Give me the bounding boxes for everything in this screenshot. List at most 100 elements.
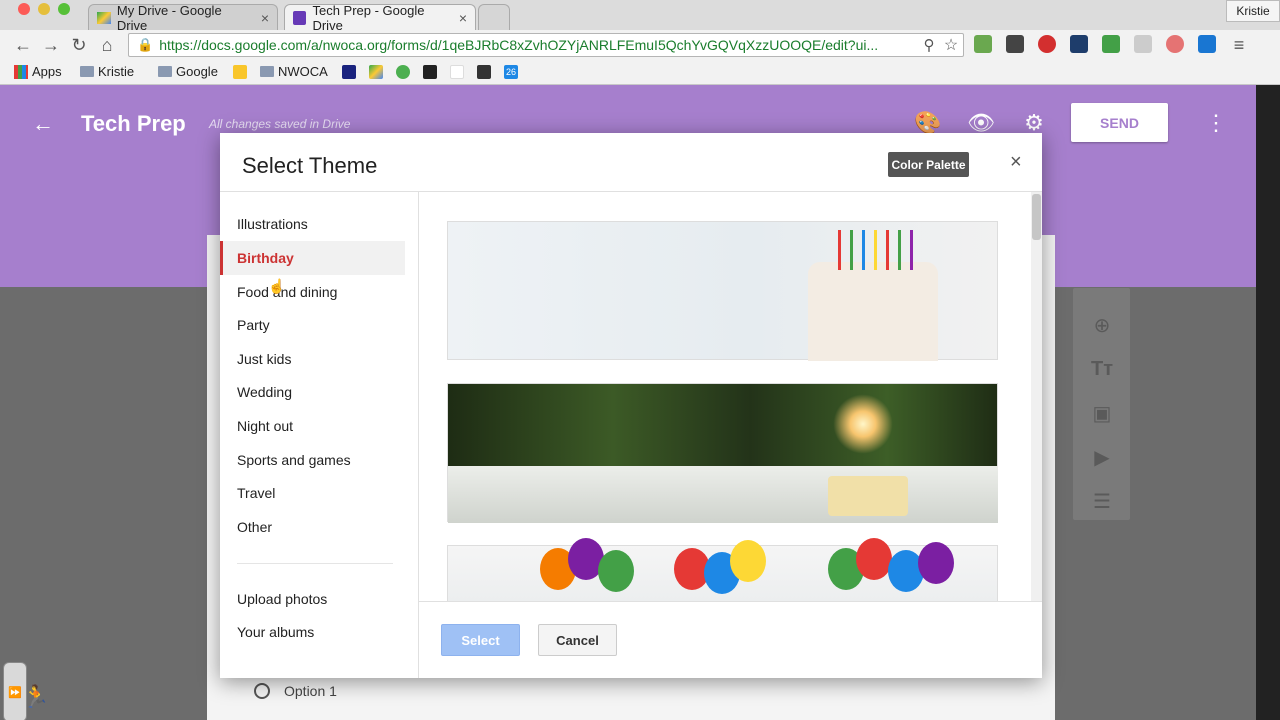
bookmark-icon[interactable] bbox=[477, 65, 491, 79]
tab-bar: My Drive - Google Drive × Tech Prep - Go… bbox=[0, 0, 1280, 33]
extension-icon[interactable] bbox=[1070, 35, 1088, 53]
bookmark-label: Apps bbox=[32, 64, 62, 79]
category-travel[interactable]: Travel bbox=[220, 476, 405, 510]
candle bbox=[838, 230, 841, 270]
mouse-cursor-icon: ☝ bbox=[268, 278, 286, 294]
category-sports-and-games[interactable]: Sports and games bbox=[220, 443, 405, 477]
theme-thumbnail-birthday-cake[interactable] bbox=[447, 221, 998, 361]
theme-category-list: Illustrations Birthday Food and dining P… bbox=[220, 192, 419, 678]
star-icon[interactable]: ☆ bbox=[940, 34, 962, 56]
calendar-bookmark-icon[interactable]: 26 bbox=[504, 65, 518, 79]
x-bookmark-icon[interactable] bbox=[342, 65, 356, 79]
cupcake-image bbox=[828, 476, 908, 516]
bookmark-label: Google bbox=[176, 64, 218, 79]
tab-close-icon[interactable]: × bbox=[261, 10, 269, 26]
tab-close-icon[interactable]: × bbox=[459, 10, 467, 26]
select-button[interactable]: Select bbox=[441, 624, 520, 656]
zoom-icon[interactable]: ⚲ bbox=[918, 34, 940, 56]
maximize-window-button[interactable] bbox=[58, 3, 70, 15]
drive-bookmark-icon[interactable] bbox=[369, 65, 383, 79]
address-bar[interactable]: 🔒 https://docs.google.com/a/nwoca.org/fo… bbox=[128, 33, 964, 57]
folder-icon bbox=[260, 66, 274, 77]
opera-extension-icon[interactable] bbox=[1038, 35, 1056, 53]
folder-icon bbox=[158, 66, 172, 77]
category-food-and-dining[interactable]: Food and dining bbox=[220, 275, 405, 309]
more-vert-icon[interactable]: ⋮ bbox=[1203, 110, 1229, 136]
back-arrow-icon[interactable]: ← bbox=[12, 34, 34, 56]
color-palette-button[interactable]: Color Palette bbox=[888, 152, 969, 177]
menu-icon[interactable]: ≡ bbox=[1228, 34, 1250, 56]
theme-thumbnail-balloons[interactable] bbox=[447, 538, 998, 601]
reload-icon[interactable]: ↻ bbox=[68, 34, 90, 56]
balloon bbox=[598, 550, 634, 592]
bookmark-nwoca[interactable]: NWOCA bbox=[260, 64, 328, 79]
classroom-extension-icon[interactable] bbox=[1102, 35, 1120, 53]
title-text-icon[interactable]: Tт bbox=[1091, 358, 1113, 380]
video-icon[interactable]: ▶ bbox=[1091, 446, 1113, 469]
scrollbar-thumb[interactable] bbox=[1032, 194, 1041, 240]
your-albums-link[interactable]: Your albums bbox=[220, 615, 405, 649]
form-title[interactable]: Tech Prep bbox=[81, 111, 186, 137]
reader-extension-icon[interactable] bbox=[1134, 35, 1152, 53]
send-button[interactable]: SEND bbox=[1071, 103, 1168, 142]
balloon bbox=[856, 538, 892, 580]
bookmark-google[interactable]: Google bbox=[158, 64, 218, 79]
category-just-kids[interactable]: Just kids bbox=[220, 342, 405, 376]
new-tab-button[interactable] bbox=[478, 4, 510, 30]
question-toolbar: ⊕ Tт ▣ ▶ ☰ bbox=[1073, 288, 1130, 520]
drive-icon bbox=[97, 11, 111, 24]
owl-extension-icon[interactable] bbox=[1166, 35, 1184, 53]
image-icon[interactable]: ▣ bbox=[1091, 402, 1113, 425]
add-question-icon[interactable]: ⊕ bbox=[1091, 314, 1113, 337]
amazon-bookmark-icon[interactable] bbox=[423, 65, 437, 79]
back-arrow-icon[interactable]: ← bbox=[32, 111, 54, 137]
category-other[interactable]: Other bbox=[220, 510, 405, 544]
dialog-title: Select Theme bbox=[242, 153, 378, 178]
bookmark-icon[interactable] bbox=[233, 65, 247, 79]
category-illustrations[interactable]: Illustrations bbox=[220, 207, 405, 241]
cancel-button[interactable]: Cancel bbox=[538, 624, 617, 656]
profile-button[interactable]: Kristie bbox=[1226, 0, 1280, 22]
radio-icon[interactable] bbox=[254, 683, 270, 699]
close-window-button[interactable] bbox=[18, 3, 30, 15]
section-icon[interactable]: ☰ bbox=[1091, 490, 1113, 513]
bookmark-icon[interactable] bbox=[396, 65, 410, 79]
divider bbox=[419, 601, 1042, 602]
tab-my-drive[interactable]: My Drive - Google Drive × bbox=[88, 3, 278, 33]
option-label: Option 1 bbox=[284, 683, 337, 699]
tab-tech-prep[interactable]: Tech Prep - Google Drive × bbox=[284, 2, 476, 33]
url-text: https://docs.google.com/a/nwoca.org/form… bbox=[159, 37, 879, 53]
sparkler-image bbox=[833, 394, 893, 454]
candle bbox=[910, 230, 913, 270]
browser-chrome: My Drive - Google Drive × Tech Prep - Go… bbox=[0, 0, 1280, 85]
candle bbox=[874, 230, 877, 270]
balloon bbox=[730, 540, 766, 582]
candle bbox=[850, 230, 853, 270]
megaphone-extension-icon[interactable] bbox=[1198, 35, 1216, 53]
forward-arrow-icon[interactable]: → bbox=[40, 34, 62, 56]
bookmark-kristie[interactable]: Kristie bbox=[80, 64, 134, 79]
minimize-window-button[interactable] bbox=[38, 3, 50, 15]
gallery-scrollbar[interactable] bbox=[1031, 192, 1042, 601]
option-row[interactable]: Option 1 bbox=[254, 683, 337, 699]
category-night-out[interactable]: Night out bbox=[220, 409, 405, 443]
category-party[interactable]: Party bbox=[220, 308, 405, 342]
bookmark-apps[interactable]: Apps bbox=[14, 64, 62, 79]
google-bookmark-icon[interactable] bbox=[450, 65, 464, 79]
tab-label: Tech Prep - Google Drive bbox=[312, 2, 425, 33]
theme-thumbnail-cupcake-sparkler[interactable] bbox=[447, 383, 998, 523]
folder-icon bbox=[80, 66, 94, 77]
select-theme-dialog: Select Theme Color Palette × Illustratio… bbox=[220, 133, 1042, 678]
film-extension-icon[interactable] bbox=[1006, 35, 1024, 53]
candle bbox=[898, 230, 901, 270]
extension-icon[interactable] bbox=[974, 35, 992, 53]
right-edge-pane bbox=[1256, 85, 1280, 720]
category-birthday[interactable]: Birthday bbox=[220, 241, 405, 275]
upload-photos-link[interactable]: Upload photos bbox=[220, 582, 405, 616]
forms-icon bbox=[293, 10, 307, 25]
table-image bbox=[448, 466, 998, 523]
home-icon[interactable]: ⌂ bbox=[96, 34, 118, 56]
close-icon[interactable]: × bbox=[1010, 151, 1022, 174]
category-wedding[interactable]: Wedding bbox=[220, 375, 405, 409]
accessibility-icon[interactable]: 🏃 bbox=[22, 684, 49, 710]
